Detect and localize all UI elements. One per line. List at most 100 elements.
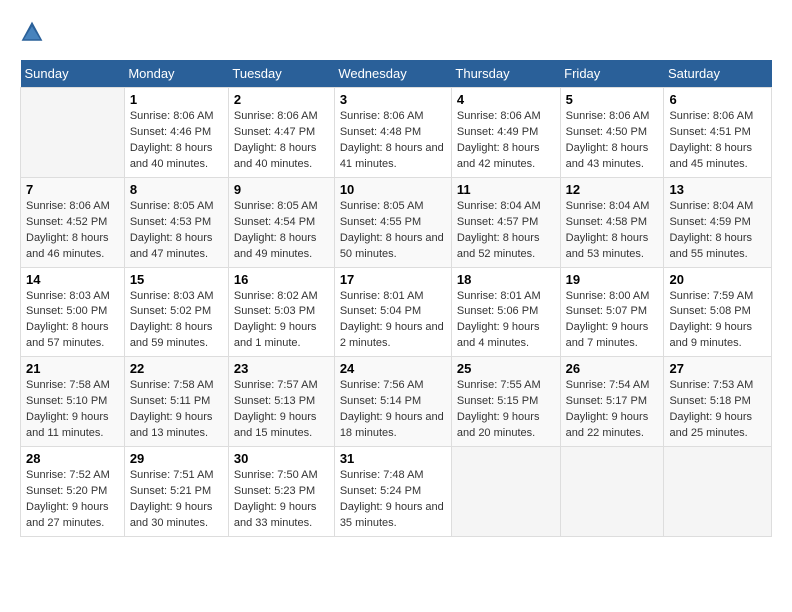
day-number: 18 [457, 272, 555, 287]
day-info: Sunrise: 8:06 AMSunset: 4:51 PMDaylight:… [669, 110, 753, 170]
day-info: Sunrise: 8:05 AMSunset: 4:53 PMDaylight:… [130, 200, 214, 260]
day-cell: 14 Sunrise: 8:03 AMSunset: 5:00 PMDaylig… [21, 267, 125, 357]
day-number: 11 [457, 182, 555, 197]
day-number: 13 [669, 182, 766, 197]
day-info: Sunrise: 7:58 AMSunset: 5:10 PMDaylight:… [26, 379, 110, 439]
calendar-table: SundayMondayTuesdayWednesdayThursdayFrid… [20, 60, 772, 537]
day-number: 24 [340, 361, 446, 376]
day-number: 17 [340, 272, 446, 287]
day-info: Sunrise: 8:06 AMSunset: 4:49 PMDaylight:… [457, 110, 541, 170]
day-cell: 8 Sunrise: 8:05 AMSunset: 4:53 PMDayligh… [124, 177, 228, 267]
day-number: 8 [130, 182, 223, 197]
day-cell: 24 Sunrise: 7:56 AMSunset: 5:14 PMDaylig… [334, 357, 451, 447]
day-number: 15 [130, 272, 223, 287]
day-number: 29 [130, 451, 223, 466]
day-info: Sunrise: 7:50 AMSunset: 5:23 PMDaylight:… [234, 469, 318, 529]
logo [20, 20, 48, 44]
day-cell: 12 Sunrise: 8:04 AMSunset: 4:58 PMDaylig… [560, 177, 664, 267]
day-info: Sunrise: 8:03 AMSunset: 5:02 PMDaylight:… [130, 290, 214, 350]
day-number: 3 [340, 92, 446, 107]
day-number: 1 [130, 92, 223, 107]
day-cell [560, 447, 664, 537]
day-number: 5 [566, 92, 659, 107]
day-info: Sunrise: 8:04 AMSunset: 4:58 PMDaylight:… [566, 200, 650, 260]
day-info: Sunrise: 7:58 AMSunset: 5:11 PMDaylight:… [130, 379, 214, 439]
day-cell: 26 Sunrise: 7:54 AMSunset: 5:17 PMDaylig… [560, 357, 664, 447]
day-cell: 22 Sunrise: 7:58 AMSunset: 5:11 PMDaylig… [124, 357, 228, 447]
day-number: 27 [669, 361, 766, 376]
day-cell: 3 Sunrise: 8:06 AMSunset: 4:48 PMDayligh… [334, 88, 451, 178]
day-cell: 30 Sunrise: 7:50 AMSunset: 5:23 PMDaylig… [228, 447, 334, 537]
day-info: Sunrise: 8:06 AMSunset: 4:50 PMDaylight:… [566, 110, 650, 170]
day-number: 12 [566, 182, 659, 197]
week-row-3: 14 Sunrise: 8:03 AMSunset: 5:00 PMDaylig… [21, 267, 772, 357]
day-info: Sunrise: 8:04 AMSunset: 4:59 PMDaylight:… [669, 200, 753, 260]
column-header-thursday: Thursday [451, 60, 560, 88]
day-cell: 11 Sunrise: 8:04 AMSunset: 4:57 PMDaylig… [451, 177, 560, 267]
day-info: Sunrise: 7:51 AMSunset: 5:21 PMDaylight:… [130, 469, 214, 529]
day-info: Sunrise: 7:56 AMSunset: 5:14 PMDaylight:… [340, 379, 444, 439]
day-cell: 5 Sunrise: 8:06 AMSunset: 4:50 PMDayligh… [560, 88, 664, 178]
day-cell: 2 Sunrise: 8:06 AMSunset: 4:47 PMDayligh… [228, 88, 334, 178]
day-info: Sunrise: 8:06 AMSunset: 4:46 PMDaylight:… [130, 110, 214, 170]
column-header-monday: Monday [124, 60, 228, 88]
day-cell: 13 Sunrise: 8:04 AMSunset: 4:59 PMDaylig… [664, 177, 772, 267]
day-number: 2 [234, 92, 329, 107]
day-info: Sunrise: 8:06 AMSunset: 4:52 PMDaylight:… [26, 200, 110, 260]
day-number: 26 [566, 361, 659, 376]
column-header-sunday: Sunday [21, 60, 125, 88]
column-header-friday: Friday [560, 60, 664, 88]
day-info: Sunrise: 8:03 AMSunset: 5:00 PMDaylight:… [26, 290, 110, 350]
week-row-5: 28 Sunrise: 7:52 AMSunset: 5:20 PMDaylig… [21, 447, 772, 537]
day-info: Sunrise: 7:59 AMSunset: 5:08 PMDaylight:… [669, 290, 753, 350]
day-cell: 7 Sunrise: 8:06 AMSunset: 4:52 PMDayligh… [21, 177, 125, 267]
logo-icon [20, 20, 44, 44]
day-cell: 20 Sunrise: 7:59 AMSunset: 5:08 PMDaylig… [664, 267, 772, 357]
column-header-wednesday: Wednesday [334, 60, 451, 88]
day-cell: 16 Sunrise: 8:02 AMSunset: 5:03 PMDaylig… [228, 267, 334, 357]
day-number: 9 [234, 182, 329, 197]
day-cell: 17 Sunrise: 8:01 AMSunset: 5:04 PMDaylig… [334, 267, 451, 357]
day-info: Sunrise: 8:06 AMSunset: 4:47 PMDaylight:… [234, 110, 318, 170]
day-cell: 29 Sunrise: 7:51 AMSunset: 5:21 PMDaylig… [124, 447, 228, 537]
day-info: Sunrise: 8:01 AMSunset: 5:06 PMDaylight:… [457, 290, 541, 350]
day-info: Sunrise: 8:04 AMSunset: 4:57 PMDaylight:… [457, 200, 541, 260]
day-info: Sunrise: 8:01 AMSunset: 5:04 PMDaylight:… [340, 290, 444, 350]
column-header-saturday: Saturday [664, 60, 772, 88]
day-cell: 1 Sunrise: 8:06 AMSunset: 4:46 PMDayligh… [124, 88, 228, 178]
day-info: Sunrise: 8:05 AMSunset: 4:54 PMDaylight:… [234, 200, 318, 260]
day-number: 20 [669, 272, 766, 287]
day-number: 19 [566, 272, 659, 287]
day-info: Sunrise: 7:48 AMSunset: 5:24 PMDaylight:… [340, 469, 444, 529]
day-cell: 31 Sunrise: 7:48 AMSunset: 5:24 PMDaylig… [334, 447, 451, 537]
day-cell: 23 Sunrise: 7:57 AMSunset: 5:13 PMDaylig… [228, 357, 334, 447]
day-cell: 28 Sunrise: 7:52 AMSunset: 5:20 PMDaylig… [21, 447, 125, 537]
week-row-2: 7 Sunrise: 8:06 AMSunset: 4:52 PMDayligh… [21, 177, 772, 267]
day-number: 22 [130, 361, 223, 376]
day-info: Sunrise: 7:53 AMSunset: 5:18 PMDaylight:… [669, 379, 753, 439]
day-number: 31 [340, 451, 446, 466]
day-number: 16 [234, 272, 329, 287]
day-info: Sunrise: 8:02 AMSunset: 5:03 PMDaylight:… [234, 290, 318, 350]
day-info: Sunrise: 8:05 AMSunset: 4:55 PMDaylight:… [340, 200, 444, 260]
day-cell [21, 88, 125, 178]
day-number: 7 [26, 182, 119, 197]
day-info: Sunrise: 8:00 AMSunset: 5:07 PMDaylight:… [566, 290, 650, 350]
day-number: 23 [234, 361, 329, 376]
day-cell [664, 447, 772, 537]
day-info: Sunrise: 8:06 AMSunset: 4:48 PMDaylight:… [340, 110, 444, 170]
day-info: Sunrise: 7:57 AMSunset: 5:13 PMDaylight:… [234, 379, 318, 439]
day-info: Sunrise: 7:55 AMSunset: 5:15 PMDaylight:… [457, 379, 541, 439]
day-info: Sunrise: 7:54 AMSunset: 5:17 PMDaylight:… [566, 379, 650, 439]
day-number: 25 [457, 361, 555, 376]
day-number: 28 [26, 451, 119, 466]
day-cell: 18 Sunrise: 8:01 AMSunset: 5:06 PMDaylig… [451, 267, 560, 357]
header-row: SundayMondayTuesdayWednesdayThursdayFrid… [21, 60, 772, 88]
day-number: 10 [340, 182, 446, 197]
day-number: 4 [457, 92, 555, 107]
day-cell: 9 Sunrise: 8:05 AMSunset: 4:54 PMDayligh… [228, 177, 334, 267]
day-cell: 21 Sunrise: 7:58 AMSunset: 5:10 PMDaylig… [21, 357, 125, 447]
day-cell: 19 Sunrise: 8:00 AMSunset: 5:07 PMDaylig… [560, 267, 664, 357]
day-cell: 6 Sunrise: 8:06 AMSunset: 4:51 PMDayligh… [664, 88, 772, 178]
day-cell: 4 Sunrise: 8:06 AMSunset: 4:49 PMDayligh… [451, 88, 560, 178]
